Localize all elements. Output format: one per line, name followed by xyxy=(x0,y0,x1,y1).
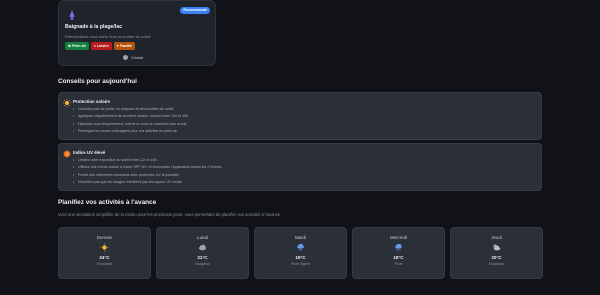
activity-card: Recommandé Baignade à la plage/lac Rafra… xyxy=(58,0,216,66)
day-condition: Nuageux xyxy=(195,262,210,266)
day-name: Mardi xyxy=(295,235,306,240)
recommended-badge: Recommandé xyxy=(180,7,210,14)
tip-item: Portez des vêtements couvrants avec prot… xyxy=(73,172,222,180)
rain-icon xyxy=(395,243,402,251)
day-temp: 21°C xyxy=(197,255,208,260)
day-name: Demain xyxy=(96,235,113,240)
plan-description: Voici une simulation simplifiée de la mé… xyxy=(58,212,282,217)
forecast-day: Mardi 19°C Pluie légère xyxy=(254,227,347,279)
day-temp: 18°C xyxy=(393,255,404,260)
sun-icon xyxy=(100,243,109,252)
tip-item: Appliquez régulièrement de la crème sola… xyxy=(73,113,189,121)
tag-outdoor: ✿ Plein air xyxy=(65,42,89,50)
tip-item: Utilisez une crème solaire à indice SPF … xyxy=(73,164,222,172)
tip-list: N'oubliez pas de porter un chapeau et de… xyxy=(73,106,189,136)
day-name: Mercredi xyxy=(389,235,408,240)
uv-icon xyxy=(63,150,71,158)
activity-tags: ✿ Plein air ♦ Loisirs ♥ Famille xyxy=(65,42,136,50)
forecast-day: Jeudi 20°C Éclaircies xyxy=(450,227,543,279)
day-condition: Éclaircies xyxy=(488,262,505,266)
tip-item: Hydratez-vous fréquemment, même si vous … xyxy=(73,121,189,129)
check-circle-icon xyxy=(123,55,128,60)
tip-list: Limitez votre exposition au soleil entre… xyxy=(73,157,222,187)
tip-title: Indice UV élevé xyxy=(73,150,106,155)
partly-cloudy-icon xyxy=(493,244,501,251)
tip-item: Limitez votre exposition au soleil entre… xyxy=(73,157,222,165)
forecast-day: Lundi 21°C Nuageux xyxy=(156,227,249,279)
day-temp: 24°C xyxy=(99,255,110,260)
activity-title: Baignade à la plage/lac xyxy=(65,24,123,30)
tip-card-sun: Protection solaire N'oubliez pas de port… xyxy=(58,92,542,140)
activity-description: Rafraîchissez-vous dans l'eau et profite… xyxy=(65,34,152,39)
day-condition: Pluie xyxy=(394,262,403,266)
day-name: Lundi xyxy=(197,235,208,240)
rain-icon xyxy=(297,243,304,251)
tip-card-uv: Indice UV élevé Limitez votre exposition… xyxy=(58,143,542,191)
tip-item: N'oubliez pas que les nuages n'arrêtent … xyxy=(73,179,222,187)
choose-button[interactable]: Choisir xyxy=(123,55,143,60)
cloud-icon xyxy=(198,244,207,251)
tip-item: N'oubliez pas de porter un chapeau et de… xyxy=(73,106,189,114)
day-condition: Ensoleillé xyxy=(96,262,113,266)
sun-icon xyxy=(63,99,71,107)
forecast-day: Demain 24°C Ensoleillé xyxy=(58,227,151,279)
day-temp: 19°C xyxy=(295,255,306,260)
tag-family: ♥ Famille xyxy=(113,42,136,50)
tip-title: Protection solaire xyxy=(73,99,111,104)
tip-item: Privilégiez les zones ombragées pour vos… xyxy=(73,128,189,136)
swimmer-icon xyxy=(69,10,75,20)
forecast-day: Mercredi 18°C Pluie xyxy=(352,227,445,279)
tips-section-title: Conseils pour aujourd'hui xyxy=(58,78,137,85)
plan-section-title: Planifiez vos activités à l'avance xyxy=(58,199,157,206)
day-name: Jeudi xyxy=(491,235,502,240)
day-temp: 20°C xyxy=(491,255,502,260)
tag-leisure: ♦ Loisirs xyxy=(91,42,112,50)
forecast-row: Demain 24°C Ensoleillé Lundi 21°C Nuageu… xyxy=(58,227,543,279)
day-condition: Pluie légère xyxy=(291,262,310,266)
